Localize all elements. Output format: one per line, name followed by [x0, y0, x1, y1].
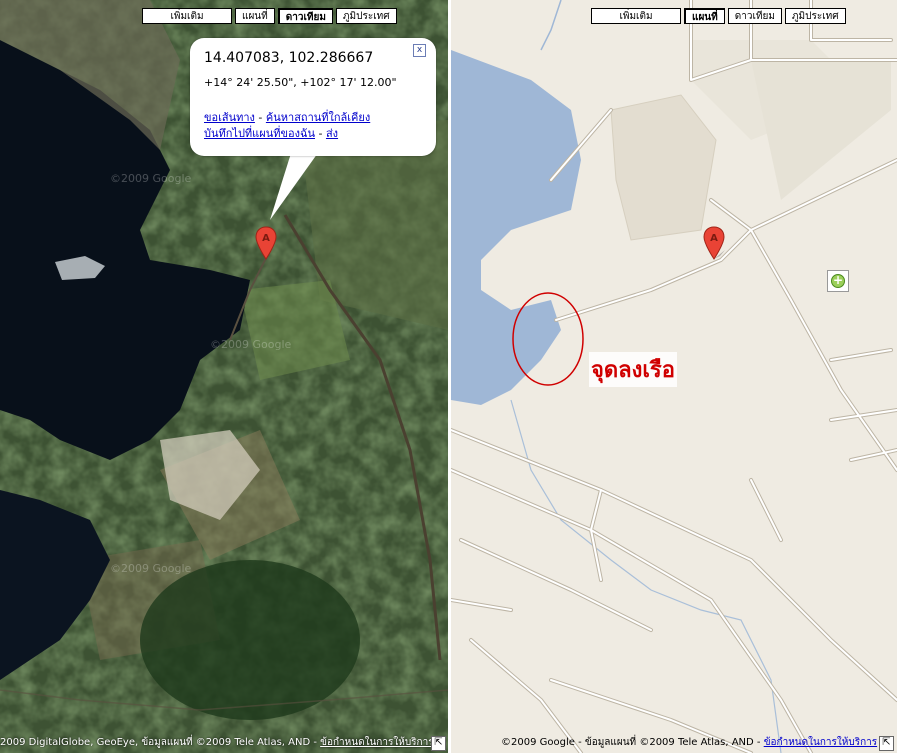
map-type-button[interactable]: แผนที่ [684, 8, 725, 24]
maptype-control: เพิ่มเติม แผนที่ ดาวเทียม ภูมิประเทศ [139, 8, 397, 24]
satellite-map-panel[interactable]: ©2009 Google ©2009 Google ©2009 Google เ… [0, 0, 448, 753]
close-icon[interactable]: x [413, 44, 426, 57]
svg-text:©2009 Google: ©2009 Google [210, 338, 292, 351]
expand-map-icon[interactable]: ⇱ [431, 736, 446, 751]
marker-a-icon[interactable]: A [255, 226, 277, 260]
info-window: 14.407083, 102.286667 +14° 24' 25.50", +… [190, 38, 436, 156]
satellite-type-button[interactable]: ดาวเทียม [727, 8, 782, 24]
info-links: ขอเส้นทาง - ค้นหาสถานที่ใกล้เคียง บันทึก… [204, 110, 370, 142]
attribution-text: ©2009 Google - ข้อมูลแผนที่ ©2009 Tele A… [501, 737, 764, 748]
marker-a-icon[interactable]: A [703, 226, 725, 260]
more-button[interactable]: เพิ่มเติม [142, 8, 232, 24]
more-button[interactable]: เพิ่มเติม [591, 8, 681, 24]
save-to-my-maps-link[interactable]: บันทึกไปที่แผนที่ของฉัน [204, 127, 315, 140]
svg-text:©2009 Google: ©2009 Google [110, 172, 192, 185]
marker-label: A [262, 233, 270, 244]
svg-text:©2009 Google: ©2009 Google [110, 562, 192, 575]
terrain-type-button[interactable]: ภูมิประเทศ [784, 8, 846, 24]
road-map-panel[interactable]: เพิ่มเติม แผนที่ ดาวเทียม ภูมิประเทศ A +… [451, 0, 897, 753]
satellite-type-button[interactable]: ดาวเทียม [277, 8, 333, 24]
add-marker-icon[interactable]: + [827, 270, 849, 292]
map-type-button[interactable]: แผนที่ [235, 8, 275, 24]
expand-map-icon[interactable]: ⇱ [879, 736, 894, 751]
terms-link[interactable]: ข้อกำหนดในการให้บริการ [320, 737, 433, 748]
send-link[interactable]: ส่ง [326, 127, 338, 140]
terms-link[interactable]: ข้อกำหนดในการให้บริการ [764, 737, 877, 748]
search-nearby-link[interactable]: ค้นหาสถานที่ใกล้เคียง [266, 111, 370, 124]
boat-launch-annotation: จุดลงเรือ [589, 352, 677, 387]
link-separator: - [315, 127, 326, 140]
directions-link[interactable]: ขอเส้นทาง [204, 111, 255, 124]
maptype-control: เพิ่มเติม แผนที่ ดาวเทียม ภูมิประเทศ [588, 8, 846, 24]
marker-label: A [710, 233, 718, 244]
coordinates-dms: +14° 24' 25.50", +102° 17' 12.00" [204, 76, 397, 89]
attribution: 2009 DigitalGlobe, GeoEye, ข้อมูลแผนที่ … [0, 735, 434, 750]
attribution-text: 2009 DigitalGlobe, GeoEye, ข้อมูลแผนที่ … [0, 737, 321, 748]
coordinates-decimal: 14.407083, 102.286667 [204, 50, 374, 66]
attribution: ©2009 Google - ข้อมูลแผนที่ ©2009 Tele A… [501, 735, 877, 750]
link-separator: - [254, 111, 266, 124]
terrain-type-button[interactable]: ภูมิประเทศ [335, 8, 397, 24]
info-window-tail [270, 150, 320, 220]
